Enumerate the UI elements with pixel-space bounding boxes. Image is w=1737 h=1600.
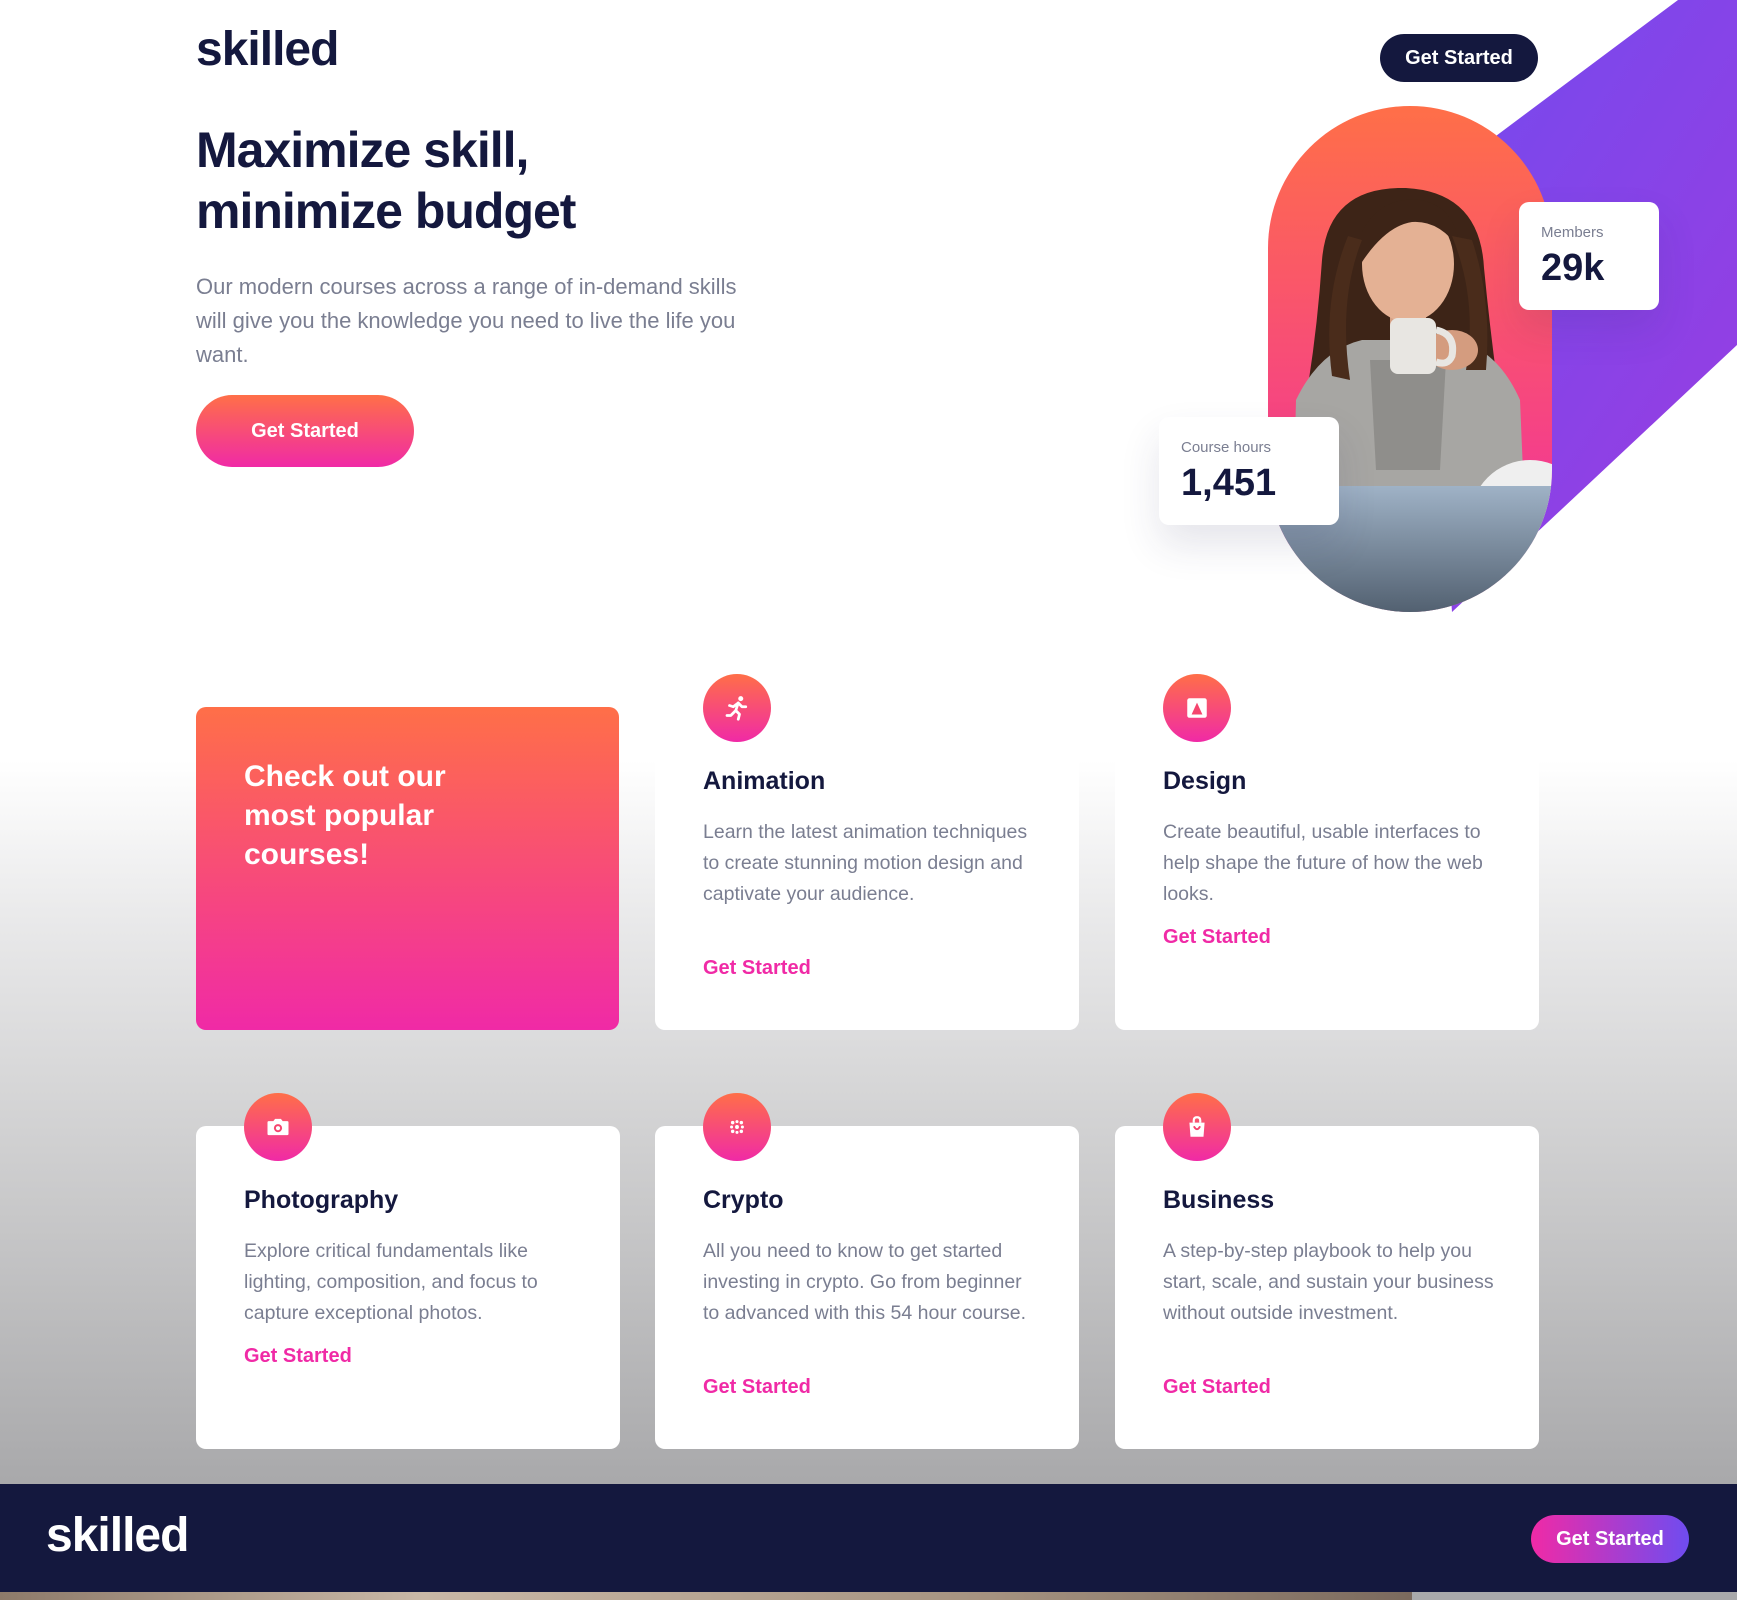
- hero-image: [1268, 0, 1737, 612]
- course-title: Design: [1163, 767, 1247, 795]
- shopping-bag-icon: [1163, 1093, 1231, 1161]
- crypto-get-started-link[interactable]: Get Started: [703, 1376, 811, 1399]
- course-description: All you need to know to get started inve…: [703, 1240, 1027, 1324]
- course-description: Explore critical fundamentals like light…: [244, 1240, 538, 1324]
- dot-grid-icon: [703, 1093, 771, 1161]
- course-title: Business: [1163, 1186, 1275, 1214]
- hero-get-started-button[interactable]: Get Started: [196, 395, 414, 467]
- course-description: Create beautiful, usable interfaces to h…: [1163, 821, 1483, 905]
- members-value: 29k: [1541, 247, 1605, 289]
- popular-courses-promo: Check out our most popular courses!: [196, 707, 619, 1030]
- course-card-design: Design Create beautiful, usable interfac…: [1115, 674, 1539, 1030]
- promo-text: Check out our most popular courses!: [244, 760, 446, 871]
- hero-title: Maximize skill, minimize budget: [196, 122, 576, 239]
- course-hours-value: 1,451: [1181, 462, 1277, 504]
- course-card-crypto: Crypto All you need to know to get start…: [655, 1093, 1079, 1449]
- course-card-photography: Photography Explore critical fundamental…: [196, 1093, 620, 1449]
- hero-illustration: [1100, 0, 1737, 640]
- members-stat-card: Members 29k: [1519, 202, 1659, 310]
- camera-icon: [244, 1093, 312, 1161]
- course-card-animation: Animation Learn the latest animation tec…: [655, 674, 1079, 1030]
- footer-brand-logo[interactable]: skilled: [46, 1508, 189, 1563]
- course-description: Learn the latest animation techniques to…: [703, 821, 1028, 905]
- course-title: Animation: [703, 767, 826, 795]
- hero-description: Our modern courses across a range of in-…: [196, 274, 737, 367]
- brand-logo[interactable]: skilled: [196, 22, 339, 77]
- course-title: Crypto: [703, 1186, 784, 1214]
- design-get-started-link[interactable]: Get Started: [1163, 926, 1271, 949]
- running-figure-icon: [703, 674, 771, 742]
- business-get-started-link[interactable]: Get Started: [1163, 1376, 1271, 1399]
- members-label: Members: [1541, 224, 1604, 241]
- animation-get-started-link[interactable]: Get Started: [703, 957, 811, 980]
- footer: skilled Get Started: [0, 1484, 1737, 1592]
- course-hours-label: Course hours: [1181, 439, 1272, 456]
- footer-get-started-button[interactable]: Get Started: [1531, 1515, 1689, 1563]
- course-hours-stat-card: Course hours 1,451: [1159, 417, 1339, 525]
- photography-get-started-link[interactable]: Get Started: [244, 1345, 352, 1368]
- page-bottom-edge: [0, 1592, 1412, 1600]
- image-frame-icon: [1163, 674, 1231, 742]
- course-card-business: Business A step-by-step playbook to help…: [1115, 1093, 1539, 1449]
- course-title: Photography: [244, 1186, 399, 1214]
- course-description: A step-by-step playbook to help you star…: [1163, 1240, 1494, 1324]
